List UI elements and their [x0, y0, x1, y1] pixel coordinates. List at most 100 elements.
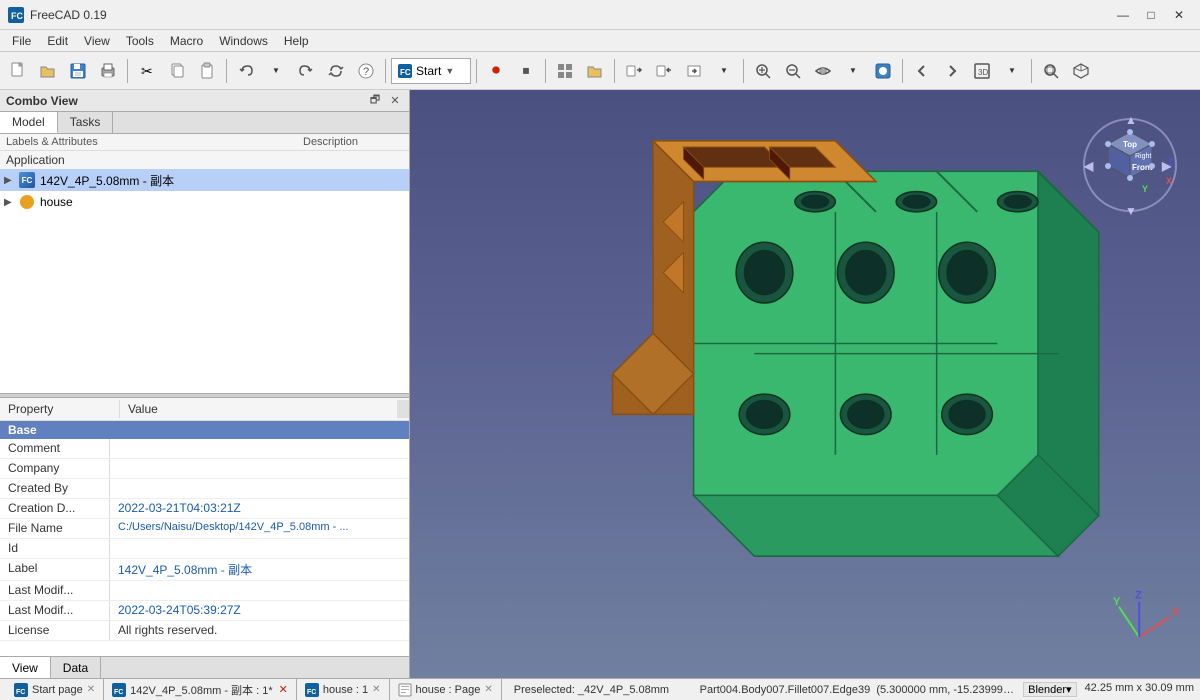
export2-button[interactable]: [680, 57, 708, 85]
svg-text:◀: ◀: [1083, 159, 1094, 173]
paste-button[interactable]: [193, 57, 221, 85]
menubar: File Edit View Tools Macro Windows Help: [0, 30, 1200, 52]
status-tab-start-label: Start page: [32, 684, 83, 696]
tab-data[interactable]: Data: [51, 657, 101, 678]
expand-arrow-142v[interactable]: ▶: [4, 175, 18, 186]
print-button[interactable]: [94, 57, 122, 85]
copy-button[interactable]: [163, 57, 191, 85]
menu-windows[interactable]: Windows: [211, 32, 276, 50]
freecad-icon: FC: [8, 7, 24, 23]
viewport[interactable]: ▲ ▼ ◀ ▶ Top Front Right: [410, 90, 1200, 678]
status-tab-house-page-close[interactable]: ✕: [484, 684, 492, 695]
combo-view-header: Combo View 🗗 ✕: [0, 90, 409, 112]
svg-text:FC: FC: [307, 689, 316, 696]
svg-text:FC: FC: [16, 689, 25, 696]
menu-tools[interactable]: Tools: [118, 32, 162, 50]
cut-button[interactable]: ✂: [133, 57, 161, 85]
status-tab-142v[interactable]: FC 142V_4P_5.08mm - 副本 : 1* ✕: [104, 679, 297, 700]
export-button[interactable]: [620, 57, 648, 85]
import-button[interactable]: [650, 57, 678, 85]
prop-name-filename: File Name: [0, 519, 110, 538]
stop-macro-button[interactable]: ⏹: [512, 57, 540, 85]
status-tab-142v-label: 142V_4P_5.08mm - 副本 : 1*: [130, 682, 272, 698]
combo-restore-button[interactable]: 🗗: [367, 93, 383, 109]
svg-text:FC: FC: [114, 689, 123, 696]
tab-tasks[interactable]: Tasks: [58, 112, 114, 133]
separator-4: [476, 59, 477, 83]
status-tab-start-close[interactable]: ✕: [87, 684, 95, 695]
record-macro-button[interactable]: ⏺: [482, 57, 510, 85]
svg-text:X: X: [1172, 606, 1180, 618]
maximize-button[interactable]: □: [1138, 5, 1164, 25]
renderer-button[interactable]: Blender▾: [1023, 682, 1076, 697]
prop-name-id: Id: [0, 539, 110, 558]
zoom-fit-button[interactable]: [749, 57, 777, 85]
open-button[interactable]: [34, 57, 62, 85]
model-tabs: Model Tasks: [0, 112, 409, 134]
status-tab-house-close[interactable]: ✕: [372, 684, 380, 695]
prop-value-company: [110, 459, 409, 478]
redo-button[interactable]: [292, 57, 320, 85]
menu-edit[interactable]: Edit: [39, 32, 76, 50]
back-button[interactable]: [908, 57, 936, 85]
menu-file[interactable]: File: [4, 32, 39, 50]
prop-name-creationdate: Creation D...: [0, 499, 110, 518]
export3-dropdown[interactable]: ▼: [710, 57, 738, 85]
combo-close-button[interactable]: ✕: [387, 93, 403, 109]
statusbar: FC Start page ✕ FC 142V_4P_5.08mm - 副本 :…: [0, 678, 1200, 700]
svg-text:FC: FC: [11, 11, 23, 21]
open-file-button[interactable]: [581, 57, 609, 85]
menu-view[interactable]: View: [76, 32, 118, 50]
tree-section-application: Application: [0, 151, 409, 169]
3d-view-button[interactable]: [551, 57, 579, 85]
tree-item-house[interactable]: ▶ house: [0, 191, 409, 213]
menu-help[interactable]: Help: [276, 32, 317, 50]
undo-button[interactable]: [232, 57, 260, 85]
bottom-tabs: View Data: [0, 656, 409, 678]
properties-panel: Property Value Base Comment Company Crea…: [0, 398, 409, 657]
close-button[interactable]: ✕: [1166, 5, 1192, 25]
tree-item-142v[interactable]: ▶ FC 142V_4P_5.08mm - 副本: [0, 169, 409, 191]
tab-model[interactable]: Model: [0, 112, 58, 133]
status-tab-start[interactable]: FC Start page ✕: [6, 679, 104, 700]
std-view-button[interactable]: 3D: [968, 57, 996, 85]
status-tab-house-page[interactable]: house : Page ✕: [390, 679, 502, 700]
prop-value-license: All rights reserved.: [110, 621, 409, 640]
status-tab-house-label: house : 1: [323, 684, 368, 696]
prop-value-id: [110, 539, 409, 558]
titlebar: FC FreeCAD 0.19 — □ ✕: [0, 0, 1200, 30]
shape-icon-house: [18, 193, 36, 211]
refresh-button[interactable]: [322, 57, 350, 85]
svg-text:▲: ▲: [1125, 113, 1137, 127]
new-button[interactable]: [4, 57, 32, 85]
display-mode-button[interactable]: [869, 57, 897, 85]
view-mode-button[interactable]: [809, 57, 837, 85]
tab-view[interactable]: View: [0, 657, 51, 678]
svg-text:▼: ▼: [1125, 204, 1137, 218]
window-controls: — □ ✕: [1110, 5, 1192, 25]
props-row-id: Id: [0, 539, 409, 559]
help-button[interactable]: ?: [352, 57, 380, 85]
tree-item-label-142v: 142V_4P_5.08mm - 副本: [40, 172, 405, 189]
save-button[interactable]: [64, 57, 92, 85]
view-mode-dropdown[interactable]: ▼: [839, 57, 867, 85]
main-layout: Combo View 🗗 ✕ Model Tasks Labels & Attr…: [0, 90, 1200, 678]
svg-text:Z: Z: [1168, 157, 1174, 167]
workbench-dropdown[interactable]: FC Start ▼: [391, 58, 471, 84]
svg-text:X: X: [1166, 176, 1172, 186]
nav-cube[interactable]: ▲ ▼ ◀ ▶ Top Front Right: [1080, 110, 1180, 210]
forward-button[interactable]: [938, 57, 966, 85]
status-tab-house[interactable]: FC house : 1 ✕: [297, 679, 390, 700]
props-col-value: Value: [120, 400, 397, 418]
dimensions-label: 42.25 mm x 30.09 mm: [1085, 682, 1194, 697]
expand-arrow-house[interactable]: ▶: [4, 197, 18, 208]
props-row-comment: Comment: [0, 439, 409, 459]
menu-macro[interactable]: Macro: [162, 32, 211, 50]
isometric-button[interactable]: [1067, 57, 1095, 85]
tree-area[interactable]: Labels & Attributes Description Applicat…: [0, 134, 409, 393]
minimize-button[interactable]: —: [1110, 5, 1136, 25]
std-view-dropdown[interactable]: ▼: [998, 57, 1026, 85]
zoom-out-button[interactable]: [779, 57, 807, 85]
zoom-area-button[interactable]: [1037, 57, 1065, 85]
undo-dropdown[interactable]: ▼: [262, 57, 290, 85]
